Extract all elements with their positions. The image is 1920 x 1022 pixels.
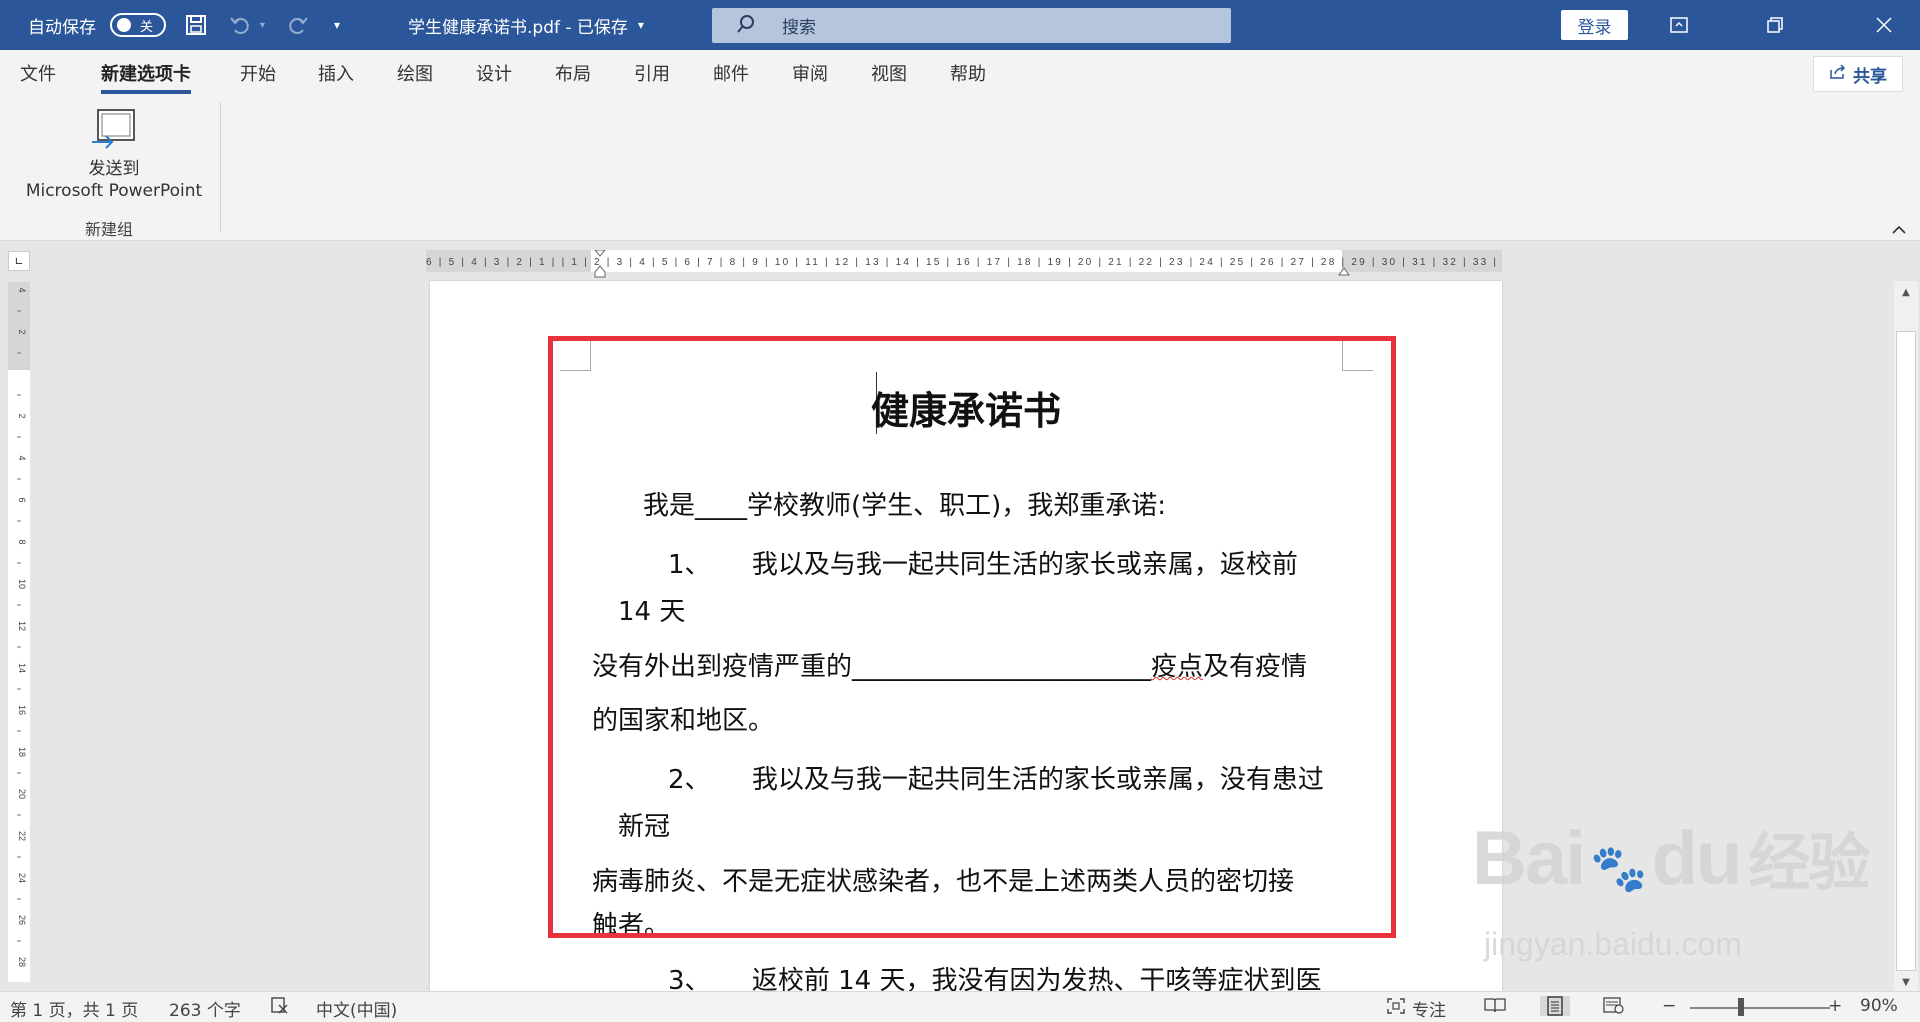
- search-icon: [736, 14, 756, 38]
- zoom-level[interactable]: 90%: [1860, 996, 1898, 1016]
- send-to-powerpoint-icon: [14, 108, 214, 156]
- tab-design[interactable]: 设计: [476, 60, 512, 86]
- autosave-label: 自动保存: [28, 17, 96, 38]
- highlight-box: [548, 336, 1396, 938]
- first-line-indent-marker[interactable]: [593, 249, 607, 282]
- tab-help[interactable]: 帮助: [950, 60, 986, 86]
- watermark-cn: 经验: [1748, 829, 1870, 898]
- ruler-labels: 6 | 5 | 4 | 3 | 2 | 1 | | 1 | 2 | 3 | 4 …: [426, 257, 1496, 268]
- tab-home[interactable]: 开始: [240, 60, 276, 86]
- vruler-label: 18: [17, 747, 27, 757]
- vruler-label: 24: [17, 873, 27, 883]
- scroll-up-icon[interactable]: ▲: [1894, 281, 1918, 303]
- undo-icon[interactable]: [222, 0, 258, 50]
- tab-view[interactable]: 视图: [871, 60, 907, 86]
- undo-dropdown-icon[interactable]: ▾: [260, 0, 265, 50]
- vertical-ruler-ticks: 42246810121416182022242628: [17, 287, 27, 967]
- tab-selector[interactable]: ∟: [8, 251, 30, 271]
- vruler-label: 2: [17, 413, 27, 418]
- search-box[interactable]: 搜索: [712, 8, 1231, 43]
- tab-mailings[interactable]: 邮件: [713, 60, 749, 86]
- ribbon-panel: 发送到 Microsoft PowerPoint 新建组: [0, 96, 1920, 241]
- tab-file[interactable]: 文件: [20, 60, 56, 86]
- page-count[interactable]: 第 1 页，共 1 页: [10, 996, 138, 1021]
- title-bar: 自动保存 关 ▾ ▾ 学生健康承诺书.pdf - 已保存 ▾ 搜索 登录: [0, 0, 1920, 50]
- list-item-3-clip: 3、 返校前 14 天，我没有因为发热、干咳等症状到医: [668, 960, 1368, 991]
- zoom-slider-track[interactable]: [1690, 1007, 1830, 1009]
- autosave-toggle[interactable]: 关: [110, 0, 166, 50]
- tab-layout[interactable]: 布局: [555, 60, 591, 86]
- restore-window-icon[interactable]: [1747, 0, 1803, 50]
- ribbon-tabs: 文件 新建选项卡 开始 插入 绘图 设计 布局 引用 邮件 审阅 视图 帮助: [0, 50, 1920, 96]
- read-mode-icon[interactable]: [1484, 996, 1506, 1014]
- customize-qat-icon[interactable]: ▾: [334, 0, 340, 50]
- vruler-label: 16: [17, 705, 27, 715]
- focus-icon: [1386, 997, 1406, 1020]
- chevron-down-icon: ▾: [637, 18, 644, 32]
- watermark-brand: Bai: [1472, 816, 1586, 901]
- document-title-text: 学生健康承诺书.pdf - 已保存: [408, 17, 628, 38]
- vruler-label: 4: [17, 455, 27, 460]
- tab-new-tab[interactable]: 新建选项卡: [101, 60, 191, 94]
- vruler-label: 6: [17, 497, 27, 502]
- focus-button[interactable]: 专注: [1386, 996, 1446, 1021]
- vruler-label: 4: [17, 287, 27, 292]
- proofing-icon[interactable]: [270, 996, 290, 1014]
- vertical-ruler[interactable]: 4 2 2 4 6 8 10 12 14 16 18 20 22 24 26 28: [8, 282, 30, 982]
- horizontal-ruler[interactable]: 6 | 5 | 4 | 3 | 2 | 1 | | 1 | 2 | 3 | 4 …: [426, 249, 1502, 278]
- paw-icon: 🐾: [1590, 842, 1647, 894]
- save-icon[interactable]: [178, 0, 214, 50]
- search-placeholder: 搜索: [782, 18, 816, 38]
- tab-insert[interactable]: 插入: [318, 60, 354, 86]
- vruler-label: 12: [17, 621, 27, 631]
- tab-draw[interactable]: 绘图: [397, 60, 433, 86]
- web-layout-icon[interactable]: [1602, 996, 1624, 1014]
- word-count[interactable]: 263 个字: [169, 996, 241, 1021]
- group-separator: [220, 102, 221, 232]
- group-label: 新建组: [84, 220, 133, 239]
- status-bar: 第 1 页，共 1 页 263 个字 中文(中国) 专注 − + 90%: [0, 991, 1920, 1022]
- send-to-label-1: 发送到: [88, 159, 140, 179]
- login-button[interactable]: 登录: [1561, 10, 1628, 40]
- toggle-knob: [117, 18, 131, 32]
- zoom-in-button[interactable]: +: [1828, 996, 1842, 1016]
- language[interactable]: 中文(中国): [316, 996, 397, 1021]
- vruler-label: 22: [17, 831, 27, 841]
- collapse-ribbon-icon[interactable]: [1892, 220, 1906, 239]
- share-label: 共享: [1853, 66, 1887, 87]
- vruler-label: 26: [17, 915, 27, 925]
- vruler-label: 14: [17, 663, 27, 673]
- scroll-down-icon[interactable]: ▼: [1894, 971, 1918, 993]
- watermark-brand2: du: [1651, 816, 1743, 901]
- zoom-slider-thumb[interactable]: [1738, 998, 1744, 1016]
- vruler-label: 20: [17, 789, 27, 799]
- send-to-label-2: Microsoft PowerPoint: [25, 181, 203, 201]
- send-to-powerpoint-button[interactable]: 发送到 Microsoft PowerPoint: [14, 108, 214, 202]
- share-button[interactable]: 共享: [1813, 56, 1903, 92]
- share-icon: [1829, 63, 1847, 85]
- right-indent-marker[interactable]: [1338, 262, 1350, 281]
- vruler-label: 10: [17, 579, 27, 589]
- watermark-logo: Bai 🐾du 经验: [1472, 812, 1870, 902]
- scroll-thumb[interactable]: [1896, 331, 1916, 971]
- tab-references[interactable]: 引用: [634, 60, 670, 86]
- list-item-3-line-1[interactable]: 3、 返校前 14 天，我没有因为发热、干咳等症状到医: [668, 960, 1368, 991]
- watermark-url: jingyan.baidu.com: [1484, 926, 1742, 962]
- vertical-scrollbar[interactable]: ▲ ▼: [1894, 281, 1918, 993]
- ribbon-display-options-icon[interactable]: [1651, 0, 1707, 50]
- autosave-state: 关: [140, 19, 154, 35]
- vruler-label: 2: [17, 329, 27, 334]
- tab-review[interactable]: 审阅: [792, 60, 828, 86]
- print-layout-icon[interactable]: [1540, 996, 1570, 1016]
- vruler-label: 28: [17, 957, 27, 967]
- focus-label: 专注: [1412, 1001, 1446, 1021]
- vruler-label: 8: [17, 539, 27, 544]
- document-title[interactable]: 学生健康承诺书.pdf - 已保存 ▾: [408, 0, 644, 50]
- close-window-icon[interactable]: [1856, 0, 1912, 50]
- zoom-out-button[interactable]: −: [1662, 996, 1676, 1016]
- redo-icon[interactable]: [280, 0, 316, 50]
